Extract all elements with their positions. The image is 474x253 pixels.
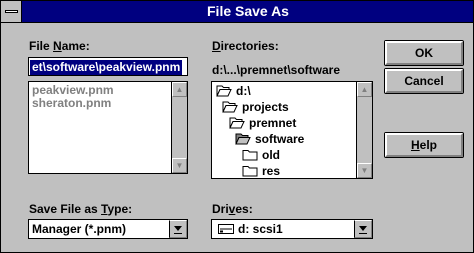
help-button[interactable]: Help bbox=[384, 132, 464, 158]
hard-drive-icon bbox=[218, 224, 234, 234]
ok-button[interactable]: OK bbox=[384, 40, 464, 66]
file-list-item[interactable]: sheraton.pnm bbox=[29, 97, 187, 110]
drives-label: Drives: bbox=[212, 202, 253, 216]
drives-select[interactable]: d: scsi1 bbox=[211, 219, 373, 239]
open-folder-selected-icon bbox=[235, 133, 251, 145]
directory-item-software[interactable]: software bbox=[235, 132, 304, 146]
directory-item-res[interactable]: res bbox=[242, 164, 280, 178]
directory-item-old[interactable]: old bbox=[242, 148, 280, 162]
directory-item-d[interactable]: d:\ bbox=[216, 84, 251, 98]
title-bar: File Save As bbox=[1, 1, 473, 23]
file-name-value: et\software\peakview.pnm bbox=[30, 60, 183, 75]
folder-icon bbox=[242, 166, 258, 177]
directory-scrollbar[interactable]: ▲ ▼ bbox=[356, 82, 372, 178]
directories-label: Directories: bbox=[212, 39, 279, 53]
folder-icon bbox=[242, 150, 258, 161]
dropdown-arrow-icon bbox=[359, 226, 367, 231]
open-folder-icon bbox=[222, 101, 238, 113]
dropdown-arrow-icon bbox=[174, 226, 182, 231]
scroll-down-arrow-icon[interactable]: ▼ bbox=[172, 158, 187, 173]
file-save-as-dialog: File Save As File Name: et\software\peak… bbox=[0, 0, 474, 253]
system-menu-icon bbox=[5, 10, 18, 13]
drives-value: d: scsi1 bbox=[238, 222, 283, 236]
file-name-input[interactable]: et\software\peakview.pnm bbox=[28, 57, 188, 76]
file-list-scrollbar[interactable]: ▲ ▼ bbox=[171, 82, 187, 173]
scroll-up-arrow-icon[interactable]: ▲ bbox=[172, 82, 187, 97]
file-list[interactable]: peakview.pnm sheraton.pnm ▲ ▼ bbox=[28, 81, 188, 174]
open-folder-icon bbox=[229, 117, 245, 129]
save-type-label: Save File as Type: bbox=[29, 202, 133, 216]
save-type-select[interactable]: Manager (*.pnm) bbox=[28, 219, 188, 239]
file-name-label: File Name: bbox=[29, 39, 90, 53]
directory-item-projects[interactable]: projects bbox=[222, 100, 289, 114]
save-type-value: Manager (*.pnm) bbox=[32, 222, 127, 236]
system-menu-button[interactable] bbox=[1, 1, 22, 22]
drives-dropdown-button[interactable] bbox=[354, 220, 372, 238]
dialog-title: File Save As bbox=[207, 3, 289, 19]
current-directory-path: d:\...\premnet\software bbox=[212, 63, 341, 77]
directory-tree[interactable]: d:\ projects premnet software old res ▲ … bbox=[211, 81, 373, 179]
directory-item-premnet[interactable]: premnet bbox=[229, 116, 296, 130]
scroll-up-arrow-icon[interactable]: ▲ bbox=[357, 82, 372, 97]
scroll-down-arrow-icon[interactable]: ▼ bbox=[357, 163, 372, 178]
open-folder-icon bbox=[216, 85, 232, 97]
save-type-dropdown-button[interactable] bbox=[169, 220, 187, 238]
cancel-button[interactable]: Cancel bbox=[384, 68, 464, 94]
